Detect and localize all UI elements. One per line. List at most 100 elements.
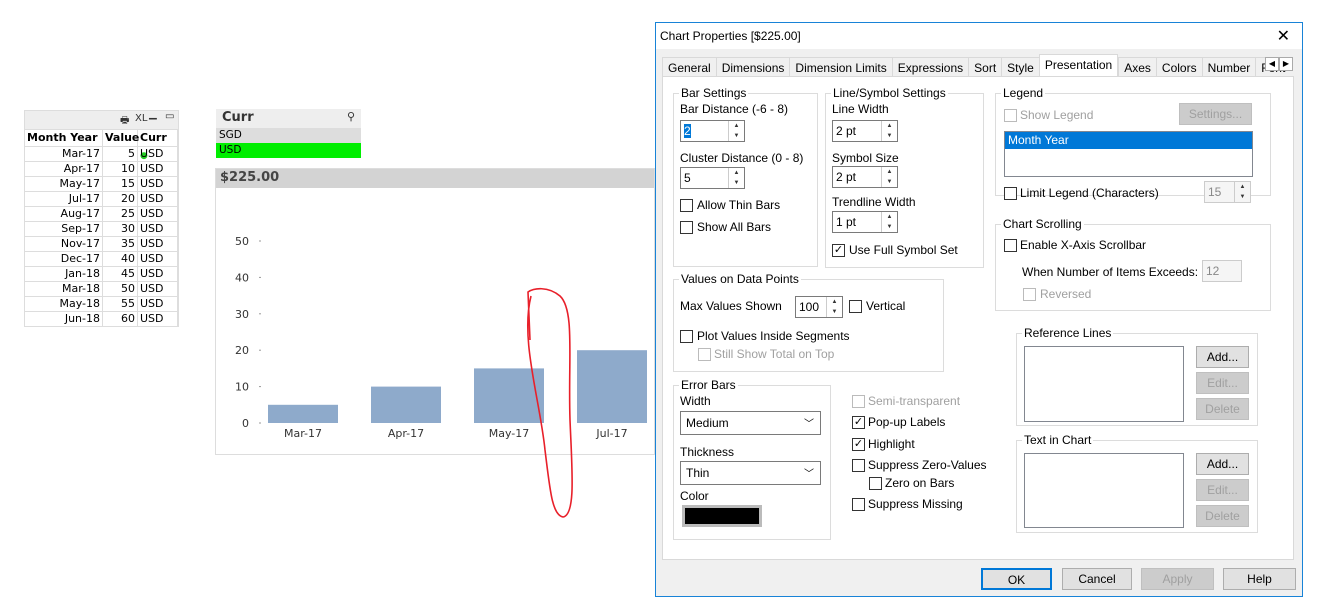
chevron-down-icon: ﹀ [804, 469, 814, 480]
reversed-checkbox[interactable] [1023, 288, 1036, 301]
text-add-button[interactable]: Add... [1196, 453, 1249, 475]
cluster-distance-label: Cluster Distance (0 - 8) [680, 151, 804, 165]
semi-transparent-label: Semi-transparent [868, 394, 961, 408]
line-width-value: 2 pt [836, 124, 857, 138]
highlight-checkbox[interactable]: ✓ [852, 438, 865, 451]
spin-arrows-icon[interactable]: ▲ ▼ [728, 168, 744, 188]
allow-thin-bars-checkbox[interactable] [680, 199, 693, 212]
vertical-label: Vertical [866, 299, 906, 313]
error-color-label: Color [680, 489, 709, 503]
legend-label: Legend [1003, 86, 1044, 100]
chevron-down-icon: ﹀ [804, 419, 814, 430]
suppress-zero-values-label: Suppress Zero-Values [868, 458, 987, 472]
error-width-label: Width [680, 394, 711, 408]
semi-transparent-checkbox[interactable] [852, 395, 865, 408]
reference-lines-label: Reference Lines [1024, 326, 1112, 340]
spin-arrows-icon[interactable]: ▲ ▼ [1234, 182, 1250, 202]
limit-legend-value: 15 [1208, 185, 1222, 199]
error-color-swatch[interactable] [682, 505, 762, 527]
vertical-checkbox[interactable] [849, 300, 862, 313]
trendline-width-spinner[interactable]: 1 pt ▲ ▼ [832, 211, 898, 233]
close-icon[interactable]: ✕ [1277, 26, 1290, 46]
legend-listbox[interactable]: Month Year [1004, 131, 1253, 177]
tab-dimension-limits[interactable]: Dimension Limits [789, 57, 892, 77]
spin-arrows-icon[interactable]: ▲ ▼ [728, 121, 744, 141]
max-values-spinner[interactable]: 100 ▲ ▼ [795, 296, 843, 318]
use-full-symbol-set-checkbox[interactable]: ✓ [832, 244, 845, 257]
spin-arrows-icon[interactable]: ▲ ▼ [881, 167, 897, 187]
tab-sort[interactable]: Sort [968, 57, 1002, 77]
suppress-zero-values-checkbox[interactable] [852, 459, 865, 472]
zero-on-bars-checkbox[interactable] [869, 477, 882, 490]
tab-bar: General Dimensions Dimension Limits Express… [662, 54, 1291, 77]
suppress-missing-label: Suppress Missing [868, 497, 963, 511]
bar-distance-spinner[interactable]: 2 ▲ ▼ [680, 120, 745, 142]
cluster-distance-value: 5 [684, 171, 691, 185]
tab-expressions[interactable]: Expressions [891, 57, 969, 77]
ok-button[interactable]: OK [981, 568, 1052, 590]
symbol-size-label: Symbol Size [832, 151, 899, 165]
show-all-bars-label: Show All Bars [697, 220, 772, 234]
symbol-size-spinner[interactable]: 2 pt ▲ ▼ [832, 166, 898, 188]
plot-inside-segments-checkbox[interactable] [680, 330, 693, 343]
spin-arrows-icon[interactable]: ▲ ▼ [881, 121, 897, 141]
text-delete-button[interactable]: Delete [1196, 505, 1249, 527]
help-button[interactable]: Help [1223, 568, 1296, 590]
bar-settings-label: Bar Settings [681, 86, 747, 100]
reference-delete-button[interactable]: Delete [1196, 398, 1249, 420]
reference-lines-list[interactable] [1024, 346, 1184, 422]
use-full-symbol-set-label: Use Full Symbol Set [849, 243, 958, 257]
limit-legend-label: Limit Legend (Characters) [1020, 186, 1159, 200]
error-thickness-select[interactable]: Thin ﹀ [680, 461, 821, 485]
dialog-title-bar: Chart Properties [$225.00] ✕ [656, 23, 1302, 49]
limit-legend-spinner[interactable]: 15 ▲ ▼ [1204, 181, 1251, 203]
reference-add-button[interactable]: Add... [1196, 346, 1249, 368]
trendline-width-label: Trendline Width [832, 195, 916, 209]
line-width-spinner[interactable]: 2 pt ▲ ▼ [832, 120, 898, 142]
tab-scroll-left-icon[interactable]: ◀ [1265, 57, 1279, 71]
line-symbol-label: Line/Symbol Settings [833, 86, 946, 100]
text-edit-button[interactable]: Edit... [1196, 479, 1249, 501]
reference-edit-button[interactable]: Edit... [1196, 372, 1249, 394]
items-exceeds-input[interactable]: 12 [1202, 260, 1242, 282]
error-thickness-label: Thickness [680, 445, 735, 459]
cluster-distance-spinner[interactable]: 5 ▲ ▼ [680, 167, 745, 189]
tab-style[interactable]: Style [1001, 57, 1039, 77]
cancel-button[interactable]: Cancel [1062, 568, 1132, 590]
dialog-title: Chart Properties [$225.00] [660, 29, 801, 43]
legend-settings-button[interactable]: Settings... [1179, 103, 1252, 125]
text-in-chart-label: Text in Chart [1024, 433, 1092, 447]
error-width-select[interactable]: Medium ﹀ [680, 411, 821, 435]
text-in-chart-list[interactable] [1024, 453, 1184, 528]
symbol-size-value: 2 pt [836, 170, 857, 184]
items-exceeds-value: 12 [1206, 264, 1220, 278]
show-all-bars-checkbox[interactable] [680, 221, 693, 234]
trendline-width-value: 1 pt [836, 215, 857, 229]
tab-presentation[interactable]: Presentation [1038, 54, 1119, 77]
tab-number[interactable]: Number [1201, 57, 1256, 77]
tab-general[interactable]: General [662, 57, 716, 77]
reversed-label: Reversed [1040, 287, 1092, 301]
allow-thin-bars-label: Allow Thin Bars [697, 198, 781, 212]
tab-scroll-right-icon[interactable]: ▶ [1279, 57, 1293, 71]
tab-colors[interactable]: Colors [1155, 57, 1202, 77]
spin-arrows-icon[interactable]: ▲ ▼ [881, 212, 897, 232]
show-total-checkbox[interactable] [698, 348, 711, 361]
popup-labels-checkbox[interactable]: ✓ [852, 416, 865, 429]
enable-x-scrollbar-checkbox[interactable] [1004, 239, 1017, 252]
values-on-data-points-label: Values on Data Points [681, 272, 799, 286]
limit-legend-checkbox[interactable] [1004, 187, 1017, 200]
apply-button[interactable]: Apply [1141, 568, 1214, 590]
spin-arrows-icon[interactable]: ▲ ▼ [826, 297, 842, 317]
legend-item-month-year[interactable]: Month Year [1005, 132, 1252, 149]
show-legend-checkbox[interactable] [1004, 109, 1017, 122]
show-legend-label: Show Legend [1020, 108, 1094, 122]
enable-x-scrollbar-label: Enable X-Axis Scrollbar [1020, 238, 1147, 252]
bar-distance-value: 2 [684, 124, 691, 138]
suppress-missing-checkbox[interactable] [852, 498, 865, 511]
tab-dimensions[interactable]: Dimensions [715, 57, 790, 77]
tab-axes[interactable]: Axes [1118, 57, 1156, 77]
items-exceeds-label: When Number of Items Exceeds: [1022, 265, 1199, 279]
highlight-label: Highlight [868, 437, 915, 451]
max-values-label: Max Values Shown [680, 299, 782, 313]
